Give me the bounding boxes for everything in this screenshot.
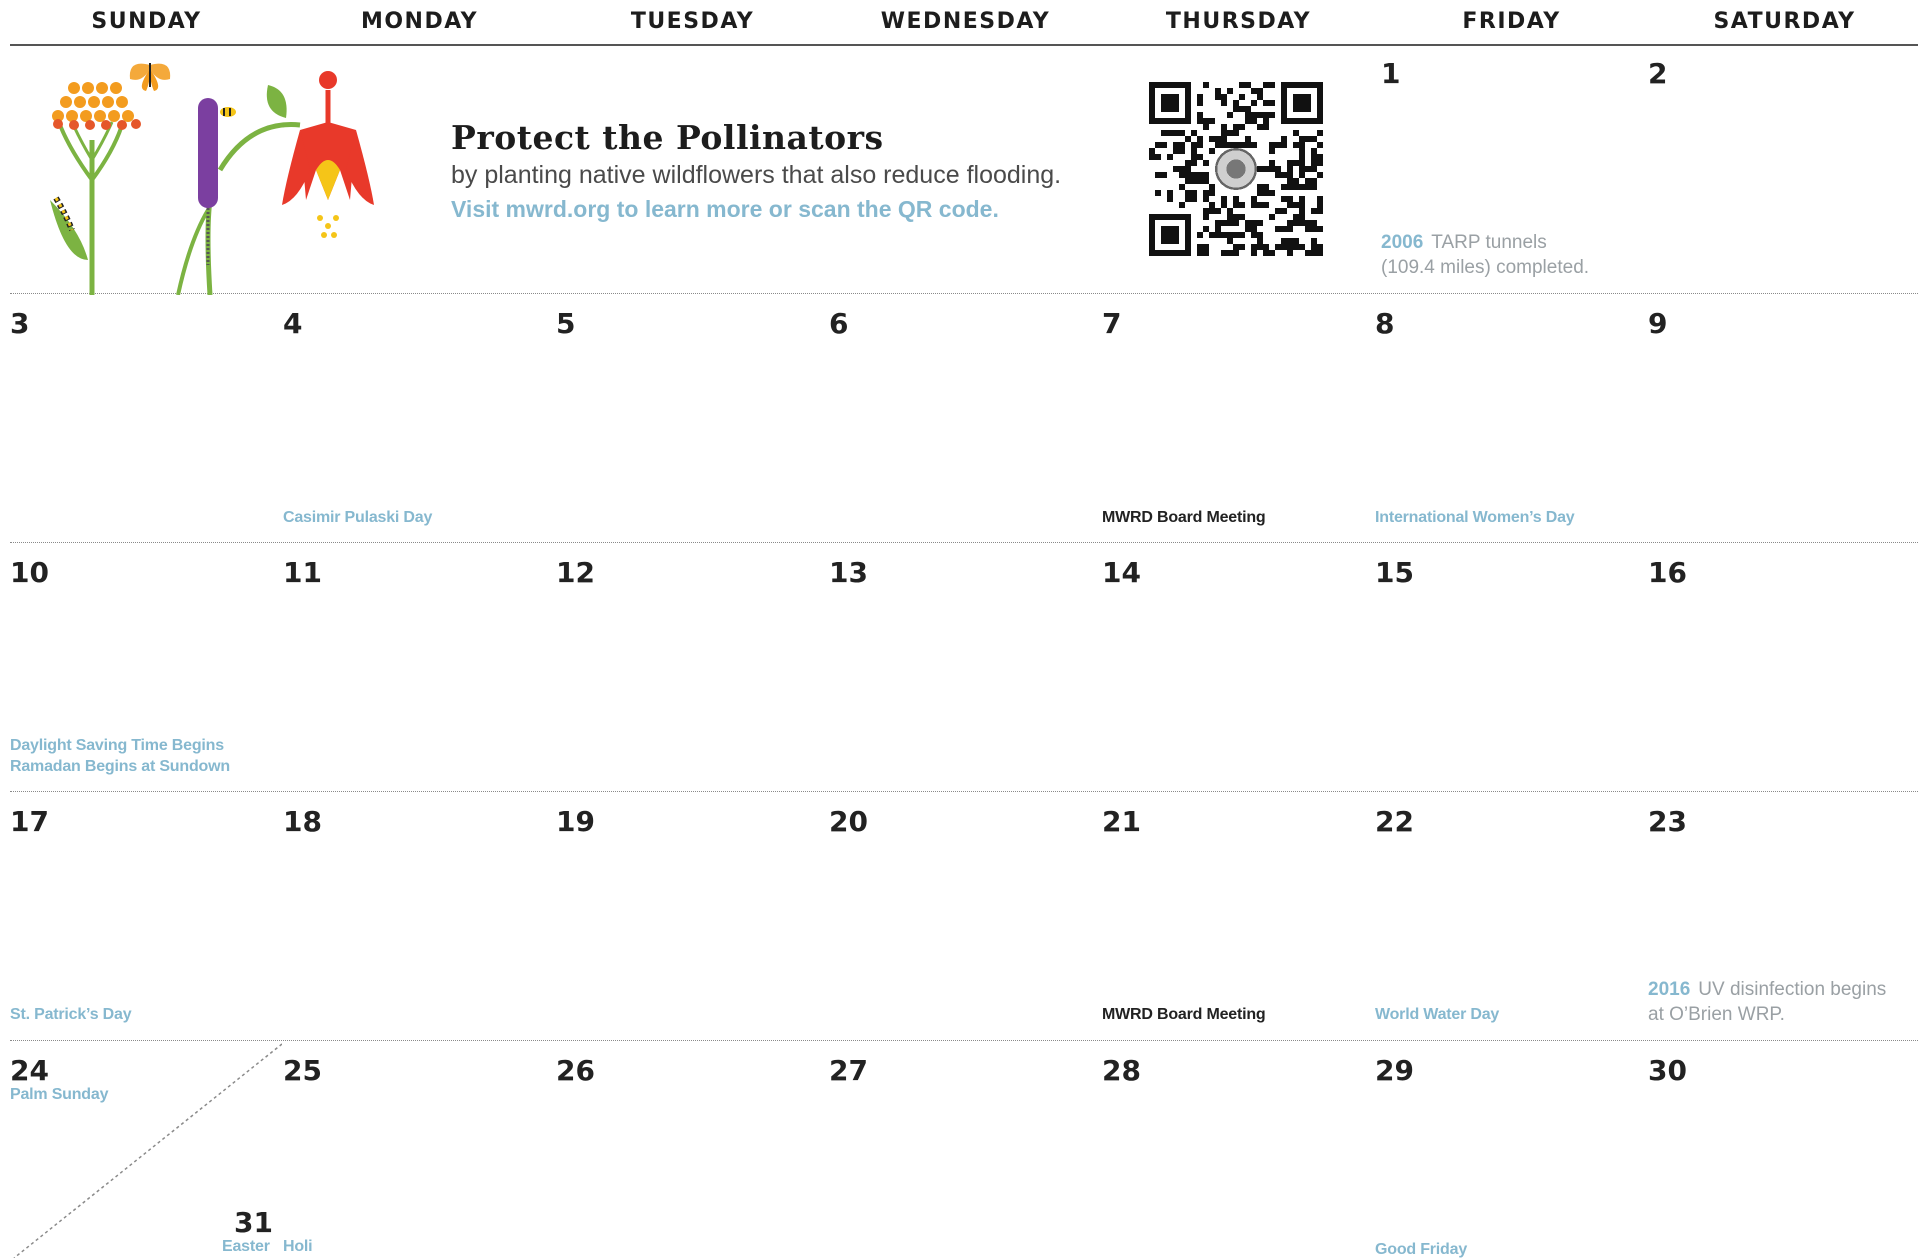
event-label: MWRD Board Meeting — [1102, 1006, 1266, 1023]
event-label: St. Patrick’s Day — [10, 1006, 132, 1023]
day-number: 11 — [283, 556, 322, 589]
day-number: 8 — [1375, 307, 1395, 340]
day-number: 29 — [1375, 1054, 1414, 1087]
day-number: 20 — [829, 805, 868, 838]
event-label: Ramadan Begins at Sundown — [10, 758, 230, 775]
history-year: 2006 — [1381, 232, 1424, 253]
row-divider — [10, 542, 1918, 543]
history-text: at O’Brien WRP. — [1648, 1004, 1785, 1025]
day-number: 25 — [283, 1054, 322, 1087]
event-label: Holi — [283, 1238, 313, 1255]
event-label: Casimir Pulaski Day — [283, 509, 433, 526]
day-number: 7 — [1102, 307, 1122, 340]
day-number: 2 — [1648, 57, 1668, 90]
day-number: 18 — [283, 805, 322, 838]
day-number: 4 — [283, 307, 303, 340]
day-number: 5 — [556, 307, 576, 340]
weekday-wednesday: WEDNESDAY — [880, 9, 1051, 34]
row-divider — [10, 1040, 1918, 1041]
day-number: 27 — [829, 1054, 868, 1087]
promo-link[interactable]: Visit mwrd.org to learn more or scan the… — [451, 196, 999, 223]
promo-subtitle: by planting native wildflowers that also… — [451, 161, 1062, 189]
event-label: International Women’s Day — [1375, 509, 1575, 526]
day-number: 13 — [829, 556, 868, 589]
history-note-2016: 2016 UV disinfection begins at O’Brien WR… — [1648, 977, 1886, 1027]
promo-title: Protect the Pollinators — [451, 118, 884, 157]
day-number: 1 — [1381, 57, 1401, 90]
day-number: 14 — [1102, 556, 1141, 589]
day-number: 19 — [556, 805, 595, 838]
history-note-2006: 2006 TARP tunnels (109.4 miles) completed… — [1381, 230, 1589, 280]
event-label: Good Friday — [1375, 1241, 1468, 1258]
row-divider — [10, 791, 1918, 792]
history-year: 2016 — [1648, 979, 1691, 1000]
weekday-saturday: SATURDAY — [1713, 9, 1856, 34]
day-number: 30 — [1648, 1054, 1687, 1087]
day-number: 9 — [1648, 307, 1668, 340]
day-number: 16 — [1648, 556, 1687, 589]
history-text: (109.4 miles) completed. — [1381, 257, 1590, 278]
weekday-friday: FRIDAY — [1462, 9, 1561, 34]
weekday-thursday: THURSDAY — [1165, 9, 1312, 34]
split-cell-divider — [13, 1043, 282, 1258]
day-number: 21 — [1102, 805, 1141, 838]
day-number: 12 — [556, 556, 595, 589]
day-number: 3 — [10, 307, 30, 340]
day-number: 28 — [1102, 1054, 1141, 1087]
event-label: Daylight Saving Time Begins — [10, 737, 224, 754]
day-number: 15 — [1375, 556, 1414, 589]
weekday-tuesday: TUESDAY — [630, 9, 755, 34]
day-number: 17 — [10, 805, 49, 838]
qr-code[interactable] — [1149, 82, 1323, 256]
day-number: 23 — [1648, 805, 1687, 838]
history-text: TARP tunnels — [1431, 232, 1547, 253]
event-label: MWRD Board Meeting — [1102, 509, 1266, 526]
event-label: World Water Day — [1375, 1006, 1500, 1023]
day-number: 10 — [10, 556, 49, 589]
day-number: 22 — [1375, 805, 1414, 838]
history-text: UV disinfection begins — [1698, 979, 1887, 1000]
day-number: 6 — [829, 307, 849, 340]
pollinator-flowers-illustration — [50, 63, 374, 295]
day-number: 26 — [556, 1054, 595, 1087]
